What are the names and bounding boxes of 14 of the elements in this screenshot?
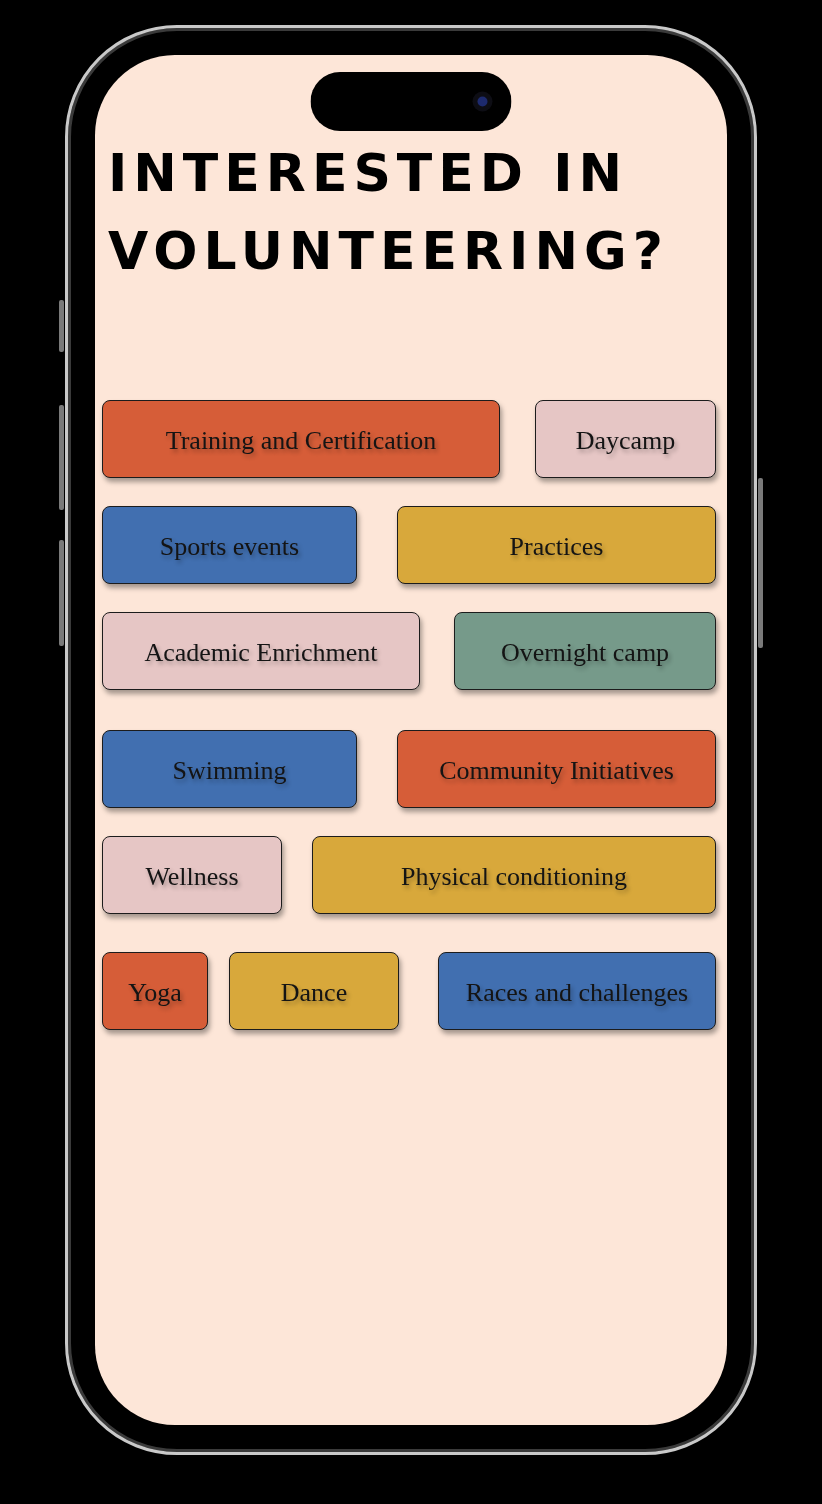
- option-button[interactable]: Daycamp: [535, 400, 716, 478]
- option-button[interactable]: Dance: [229, 952, 399, 1030]
- option-button[interactable]: Races and challenges: [438, 952, 716, 1030]
- option-button[interactable]: Sports events: [102, 506, 357, 584]
- option-button[interactable]: Overnight camp: [454, 612, 716, 690]
- option-button[interactable]: Swimming: [102, 730, 357, 808]
- option-button[interactable]: Wellness: [102, 836, 282, 914]
- option-button[interactable]: Physical conditioning: [312, 836, 716, 914]
- option-button[interactable]: Community Initiatives: [397, 730, 716, 808]
- option-button[interactable]: Training and Certification: [102, 400, 500, 478]
- option-button[interactable]: Academic Enrichment: [102, 612, 420, 690]
- option-button[interactable]: Practices: [397, 506, 716, 584]
- option-button[interactable]: Yoga: [102, 952, 208, 1030]
- page-title: INTERESTED IN VOLUNTEERING?: [108, 142, 670, 283]
